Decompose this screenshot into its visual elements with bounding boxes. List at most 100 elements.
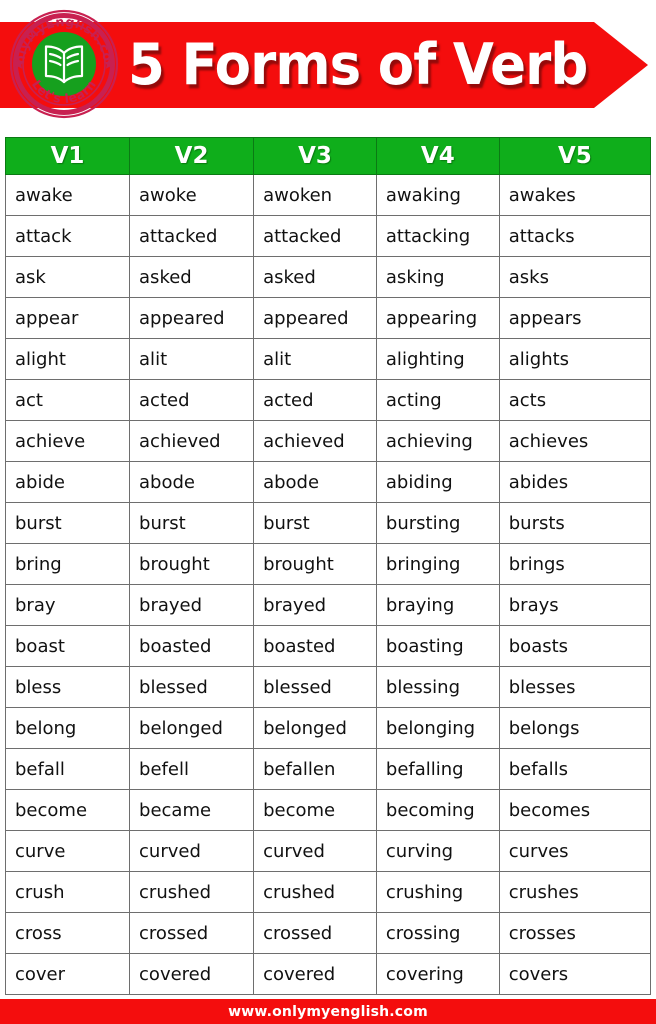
table-cell: belonged — [129, 707, 255, 749]
table-row: curve curved curved curving curves — [4, 830, 652, 872]
table-row: act acted acted acting acts — [4, 379, 652, 421]
table-cell: burst — [253, 502, 377, 544]
table-cell: befell — [129, 748, 255, 790]
table-cell: befalling — [375, 748, 500, 790]
table-cell: becomes — [498, 789, 652, 831]
table-cell: crushed — [253, 871, 377, 913]
table-row: bray brayed brayed braying brays — [4, 584, 652, 626]
table-cell: acted — [253, 379, 377, 421]
table-cell: covering — [375, 953, 500, 995]
table-cell: crushes — [498, 871, 652, 913]
table-cell: belonging — [375, 707, 500, 749]
table-cell: ask — [4, 256, 131, 298]
table-cell: attacked — [129, 215, 255, 257]
table-cell: alight — [4, 338, 131, 380]
table-cell: boasted — [129, 625, 255, 667]
table-cell: curves — [498, 830, 652, 872]
table-row: ask asked asked asking asks — [4, 256, 652, 298]
table-cell: crossing — [375, 912, 500, 954]
verb-forms-table: V1 V2 V3 V4 V5 awake awoke awoken awaking aw… — [4, 137, 652, 995]
table-cell: awake — [4, 174, 131, 216]
table-row: burst burst burst bursting bursts — [4, 502, 652, 544]
table-cell: abides — [498, 461, 652, 503]
table-cell: burst — [129, 502, 255, 544]
table-cell: brayed — [253, 584, 377, 626]
table-cell: covered — [129, 953, 255, 995]
table-cell: achieve — [4, 420, 131, 462]
table-cell: appear — [4, 297, 131, 339]
table-cell: boasting — [375, 625, 500, 667]
table-cell: attacking — [375, 215, 500, 257]
page-title: 5 Forms of Verb — [128, 31, 588, 98]
table-cell: belongs — [498, 707, 652, 749]
table-row: alight alit alit alighting alights — [4, 338, 652, 380]
table-cell: alit — [129, 338, 255, 380]
table-cell: bring — [4, 543, 131, 585]
table-cell: acts — [498, 379, 652, 421]
table-cell: bray — [4, 584, 131, 626]
table-cell: abode — [253, 461, 377, 503]
table-cell: boasted — [253, 625, 377, 667]
table-row: cross crossed crossed crossing crosses — [4, 912, 652, 954]
table-cell: abide — [4, 461, 131, 503]
table-cell: alighting — [375, 338, 500, 380]
column-header-v5: V5 — [498, 137, 652, 175]
table-cell: achieved — [253, 420, 377, 462]
table-cell: achieved — [129, 420, 255, 462]
table-cell: brought — [129, 543, 255, 585]
footer-bar: www.onlymyenglish.com — [0, 999, 656, 1024]
table-cell: appeared — [253, 297, 377, 339]
column-header-v4: V4 — [375, 137, 500, 175]
table-cell: crossed — [129, 912, 255, 954]
table-cell: achieves — [498, 420, 652, 462]
table-cell: boast — [4, 625, 131, 667]
table-row: awake awoke awoken awaking awakes — [4, 174, 652, 216]
table-cell: crossed — [253, 912, 377, 954]
table-cell: became — [129, 789, 255, 831]
table-cell: befall — [4, 748, 131, 790]
table-cell: curved — [129, 830, 255, 872]
table-cell: covered — [253, 953, 377, 995]
table-cell: bless — [4, 666, 131, 708]
header-banner: 5 Forms of Verb OnlyMyEnglish.com Let's … — [0, 0, 656, 130]
table-cell: cover — [4, 953, 131, 995]
table-cell: curve — [4, 830, 131, 872]
footer-website-url: www.onlymyenglish.com — [228, 1003, 428, 1020]
table-cell: blesses — [498, 666, 652, 708]
table-cell: befalls — [498, 748, 652, 790]
table-cell: belong — [4, 707, 131, 749]
table-row: achieve achieved achieved achieving achieves — [4, 420, 652, 462]
table-row: befall befell befallen befalling befalls — [4, 748, 652, 790]
table-cell: bursting — [375, 502, 500, 544]
table-cell: belonged — [253, 707, 377, 749]
table-cell: alights — [498, 338, 652, 380]
table-cell: cross — [4, 912, 131, 954]
table-row: bring brought brought bringing brings — [4, 543, 652, 585]
table-cell: appeared — [129, 297, 255, 339]
table-cell: blessed — [129, 666, 255, 708]
table-cell: abiding — [375, 461, 500, 503]
table-cell: crush — [4, 871, 131, 913]
table-row: abide abode abode abiding abides — [4, 461, 652, 503]
table-cell: appears — [498, 297, 652, 339]
table-cell: acting — [375, 379, 500, 421]
table-cell: boasts — [498, 625, 652, 667]
table-header-row: V1 V2 V3 V4 V5 — [4, 137, 652, 175]
table-cell: covers — [498, 953, 652, 995]
table-cell: bursts — [498, 502, 652, 544]
brand-logo: OnlyMyEnglish.com Let's learn — [8, 8, 120, 120]
table-row: bless blessed blessed blessing blesses — [4, 666, 652, 708]
table-cell: attacks — [498, 215, 652, 257]
table-cell: befallen — [253, 748, 377, 790]
table-cell: become — [4, 789, 131, 831]
table-cell: attack — [4, 215, 131, 257]
table-cell: asked — [253, 256, 377, 298]
table-cell: achieving — [375, 420, 500, 462]
table-row: crush crushed crushed crushing crushes — [4, 871, 652, 913]
column-header-v3: V3 — [253, 137, 377, 175]
brand-logo-badge-icon: OnlyMyEnglish.com Let's learn — [8, 8, 119, 119]
table-cell: becoming — [375, 789, 500, 831]
table-cell: crushing — [375, 871, 500, 913]
table-cell: act — [4, 379, 131, 421]
verb-forms-table-container: V1 V2 V3 V4 V5 awake awoke awoken awaking aw… — [4, 137, 652, 995]
